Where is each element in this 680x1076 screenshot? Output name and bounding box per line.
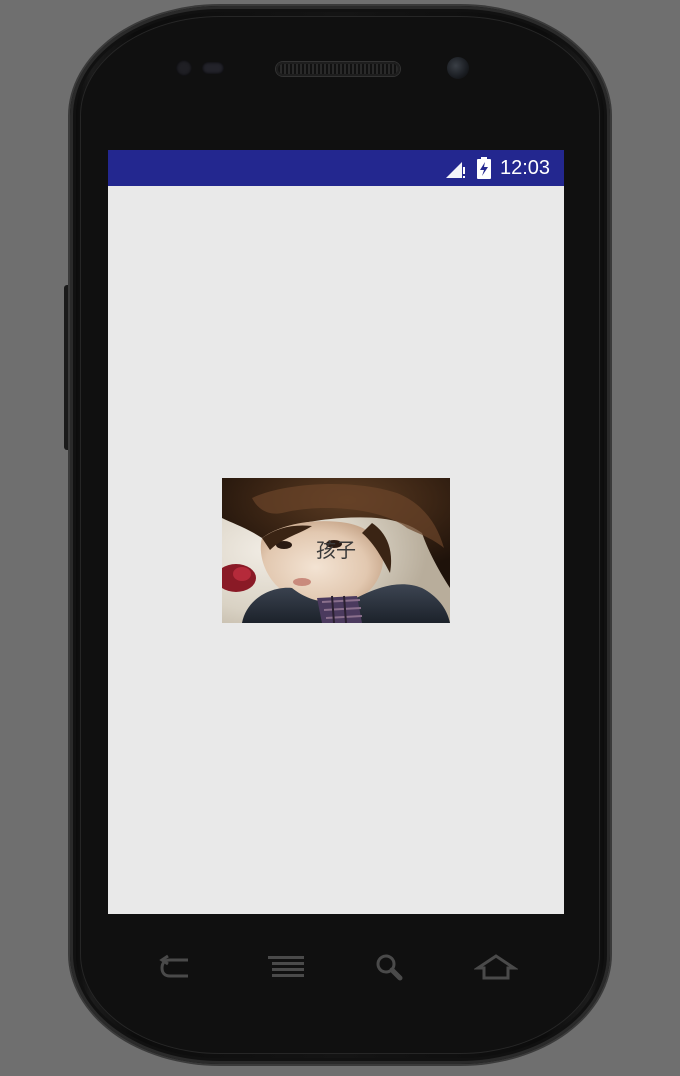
back-button[interactable] <box>154 950 198 984</box>
search-button[interactable] <box>368 950 412 984</box>
status-bar: 12:03 <box>108 150 564 186</box>
battery-charging-icon <box>476 157 492 179</box>
search-icon <box>376 954 403 981</box>
back-icon <box>159 954 188 978</box>
home-button[interactable] <box>474 950 518 984</box>
menu-button[interactable] <box>264 950 308 984</box>
menu-icon <box>268 956 304 977</box>
signal-no-data-icon <box>444 158 466 180</box>
child-photo: 孩子 <box>222 478 450 623</box>
device-screen: 12:03 孩子 <box>108 150 564 914</box>
image-caption: 孩子 <box>316 538 356 562</box>
earpiece-speaker <box>276 62 400 76</box>
emulator-stage: 12:03 孩子 <box>0 0 680 1076</box>
light-sensor <box>202 62 224 74</box>
home-icon <box>474 954 518 980</box>
front-camera <box>447 57 469 79</box>
status-clock: 12:03 <box>500 157 551 179</box>
proximity-sensor <box>176 60 192 76</box>
